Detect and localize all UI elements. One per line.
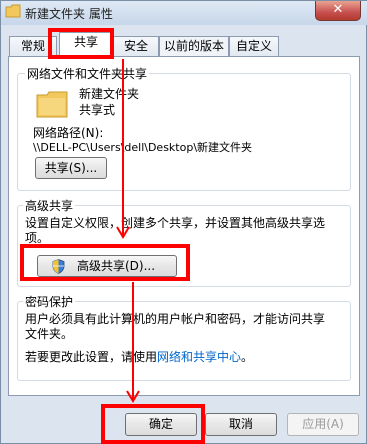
highlight-box-advanced-sharing	[20, 244, 190, 281]
sharing-panel: 网络文件和文件夹共享 新建文件夹 共享式 网络路径(N): \\DELL-PC\…	[8, 56, 360, 396]
tab-security[interactable]: 安全	[113, 36, 159, 56]
tab-previous-versions-label: 以前的版本	[163, 39, 224, 53]
change-setting-suffix: 。	[241, 350, 254, 364]
title-bar[interactable]: 新建文件夹 属性 ✕	[1, 1, 367, 25]
folder-share-status: 共享式	[79, 103, 116, 117]
cancel-button-label: 取消	[228, 417, 253, 431]
properties-window: 新建文件夹 属性 ✕ 常规 共享 安全 以前的版本 自定义 网络文件和文件夹共享…	[0, 0, 367, 444]
network-sharing-center-link[interactable]: 网络和共享中心	[157, 350, 241, 364]
apply-button-label: 应用(A)	[302, 417, 344, 431]
network-sharing-title: 网络文件和文件夹共享	[25, 65, 150, 82]
share-button-label: 共享(S)...	[44, 161, 98, 175]
folder-name: 新建文件夹	[79, 87, 140, 101]
change-setting-prefix: 若要更改此设置，请使用	[25, 350, 158, 364]
network-path-value: \\DELL-PC\Users\dell\Desktop\新建文件夹	[33, 141, 253, 154]
highlight-box-sharing-tab	[48, 28, 114, 59]
password-protection-title: 密码保护	[23, 293, 76, 310]
tab-customize-label: 自定义	[235, 39, 272, 53]
advanced-sharing-title: 高级共享	[23, 197, 76, 214]
password-protection-text-cont: 文件夹。	[25, 327, 74, 341]
tab-previous-versions[interactable]: 以前的版本	[159, 36, 229, 56]
cancel-button[interactable]: 取消	[205, 413, 277, 436]
folder-icon	[5, 4, 21, 18]
tab-general-label: 常规	[20, 39, 45, 53]
tab-customize[interactable]: 自定义	[229, 36, 279, 56]
share-button[interactable]: 共享(S)...	[35, 157, 107, 179]
shared-folder-icon	[36, 91, 68, 118]
close-icon: ✕	[332, 2, 344, 17]
change-setting-text: 若要更改此设置，请使用网络和共享中心。	[25, 348, 253, 365]
window-title: 新建文件夹 属性	[25, 7, 113, 21]
tab-security-label: 安全	[123, 39, 148, 53]
apply-button: 应用(A)	[287, 413, 359, 436]
advanced-sharing-description: 设置自定义权限，创建多个共享，并设置其他高级共享选	[25, 216, 326, 230]
close-button[interactable]: ✕	[315, 1, 361, 21]
highlight-box-ok	[101, 404, 205, 444]
